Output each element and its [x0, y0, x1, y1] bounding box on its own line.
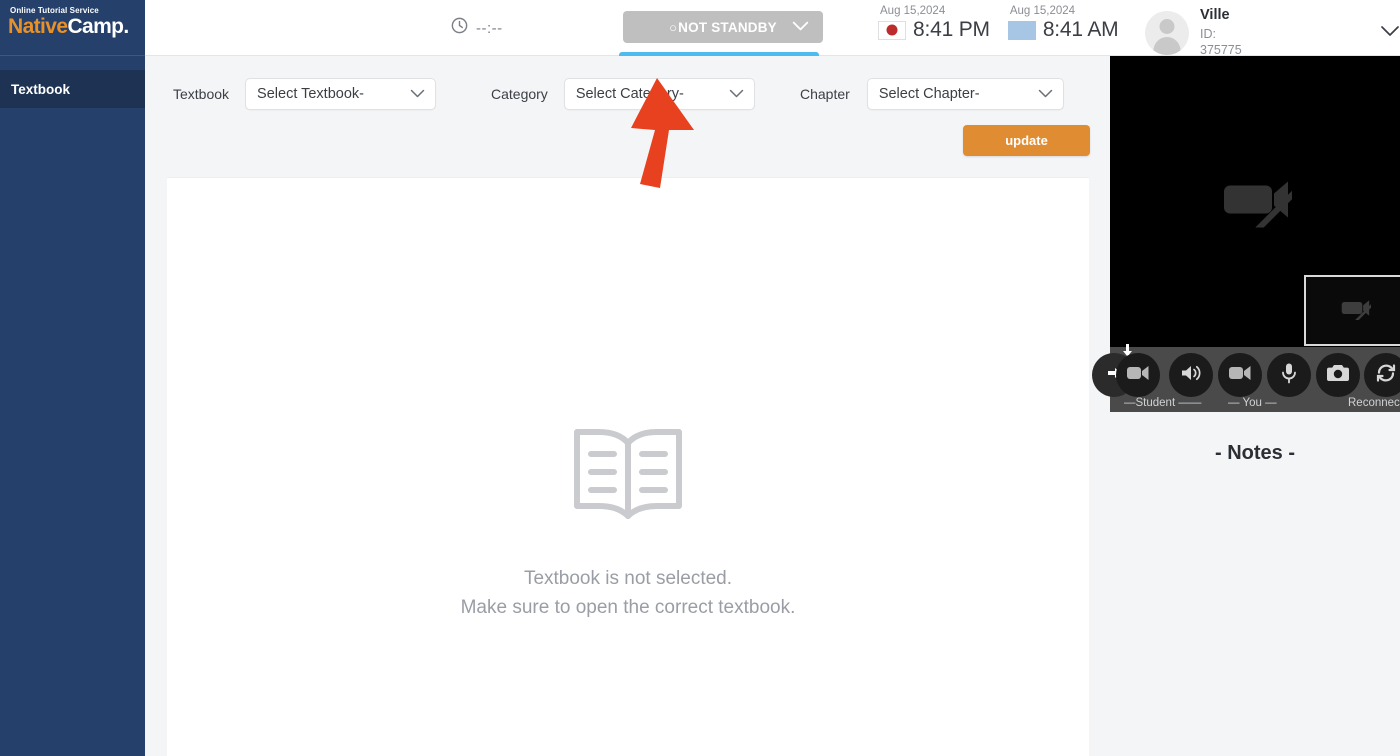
self-view-thumbnail[interactable]: [1304, 275, 1400, 346]
sidebar: Online Tutorial Service NativeCamp. Text…: [0, 0, 145, 756]
textbook-filter: Textbook Select Textbook-: [173, 78, 437, 110]
microphone-toggle-button[interactable]: [1267, 353, 1311, 397]
category-filter-label: Category: [491, 86, 548, 102]
textbook-filter-label: Textbook: [173, 86, 230, 102]
profile-menu[interactable]: Ville ID: 375775: [1145, 6, 1400, 59]
brand-name-camp: Camp.: [67, 15, 129, 38]
empty-state-line-2: Make sure to open the correct textbook.: [460, 597, 796, 619]
avatar: [1145, 10, 1189, 55]
chevron-down-icon: [410, 86, 425, 102]
clock-row: 8:41 PM: [878, 18, 990, 42]
textbook-select-value: Select Textbook-: [257, 86, 364, 102]
reconnect-button[interactable]: [1364, 353, 1400, 397]
standby-selector: ○NOT STANDBY ○STANDBY: [619, 11, 823, 82]
camera-off-icon: [1339, 296, 1374, 327]
update-button[interactable]: update: [963, 125, 1090, 156]
plain-flag-icon: [1007, 20, 1036, 40]
chapter-filter-label: Chapter: [800, 86, 850, 102]
textbook-filter-bar: Textbook Select Textbook- Category Selec…: [145, 56, 1110, 177]
clock-date: Aug 15,2024: [1009, 5, 1076, 17]
your-camera-toggle-button[interactable]: [1218, 353, 1262, 397]
category-select-value: Select Category-: [575, 86, 684, 102]
textbook-empty-state: Textbook is not selected. Make sure to o…: [167, 422, 1089, 623]
clock-row: 8:41 AM: [1007, 18, 1119, 42]
world-clocks: Aug 15,2024 8:41 PM Aug 15,2024 8:41 AM: [878, 5, 1119, 42]
chevron-down-icon: [729, 86, 744, 102]
top-bar: --:-- ○NOT STANDBY ○STANDBY Aug 15,2024: [145, 0, 1400, 82]
speaker-volume-button[interactable]: [1169, 353, 1213, 397]
notes-title: - Notes -: [1215, 442, 1295, 464]
clock-time: 8:41 AM: [1042, 18, 1119, 41]
standby-current-label: NOT STANDBY: [678, 19, 777, 35]
refresh-icon: [1375, 363, 1397, 388]
control-label-student: —Student ——: [1124, 397, 1202, 409]
brand-wordmark: NativeCamp.: [8, 15, 145, 38]
profile-text: Ville ID: 375775: [1200, 6, 1254, 59]
main-content: Textbook Select Textbook- Category Selec…: [145, 56, 1110, 756]
clock-local: Aug 15,2024 8:41 PM: [878, 5, 990, 42]
video-stage[interactable]: [1110, 56, 1400, 347]
clock-time: 8:41 PM: [913, 18, 990, 41]
speaker-icon: [1180, 364, 1202, 387]
video-and-notes-panel: —Student —— — You — Reconnect - Notes -: [1092, 56, 1400, 756]
video-control-bar: —Student —— — You — Reconnect: [1092, 344, 1400, 412]
brand-logo[interactable]: Online Tutorial Service NativeCamp.: [0, 0, 145, 56]
snapshot-button[interactable]: [1316, 353, 1360, 397]
chevron-down-icon[interactable]: [1380, 24, 1400, 42]
japan-flag-icon: [878, 20, 906, 40]
brand-name-native: Native: [8, 15, 68, 38]
radio-circle-icon: ○: [669, 19, 678, 35]
control-label-you: — You —: [1228, 397, 1277, 409]
category-select[interactable]: Select Category-: [563, 78, 755, 110]
video-camera-icon: [1127, 365, 1149, 386]
avatar-head: [1159, 18, 1175, 34]
standby-dropdown-button[interactable]: ○ NOT STANDBY: [623, 11, 823, 43]
lesson-room-screen: Online Tutorial Service NativeCamp. Text…: [0, 0, 1400, 756]
textbook-select[interactable]: Select Textbook-: [245, 78, 437, 110]
avatar-body: [1153, 36, 1181, 55]
chapter-filter: Chapter Select Chapter-: [800, 78, 1064, 110]
chevron-down-icon: [1038, 86, 1053, 102]
profile-id: ID: 375775: [1200, 26, 1242, 58]
control-label-reconnect: Reconnect: [1348, 397, 1400, 409]
control-labels: —Student —— — You — Reconnect: [1110, 397, 1400, 412]
sidebar-item-label: Textbook: [11, 81, 71, 97]
student-camera-toggle-button[interactable]: [1116, 353, 1160, 397]
empty-state-line-1: Textbook is not selected.: [523, 568, 733, 589]
video-camera-icon: [1229, 365, 1251, 386]
lesson-timer: --:--: [450, 16, 503, 40]
brand-tagline: Online Tutorial Service: [10, 6, 99, 15]
chapter-select-value: Select Chapter-: [878, 86, 980, 102]
profile-name: Ville: [1200, 7, 1230, 23]
microphone-icon: [1281, 362, 1297, 389]
timer-value: --:--: [476, 19, 503, 37]
clock-icon: [450, 16, 469, 40]
sidebar-item-textbook[interactable]: Textbook: [0, 70, 145, 108]
textbook-viewer: Textbook is not selected. Make sure to o…: [167, 177, 1089, 756]
open-book-icon: [569, 422, 687, 525]
chapter-select[interactable]: Select Chapter-: [866, 78, 1064, 110]
clock-remote: Aug 15,2024 8:41 AM: [1007, 5, 1119, 42]
chevron-down-icon: [792, 20, 809, 35]
category-filter: Category Select Category-: [491, 78, 755, 110]
clock-date: Aug 15,2024: [880, 5, 946, 17]
camera-off-icon: [1218, 172, 1299, 244]
camera-snapshot-icon: [1327, 364, 1349, 387]
